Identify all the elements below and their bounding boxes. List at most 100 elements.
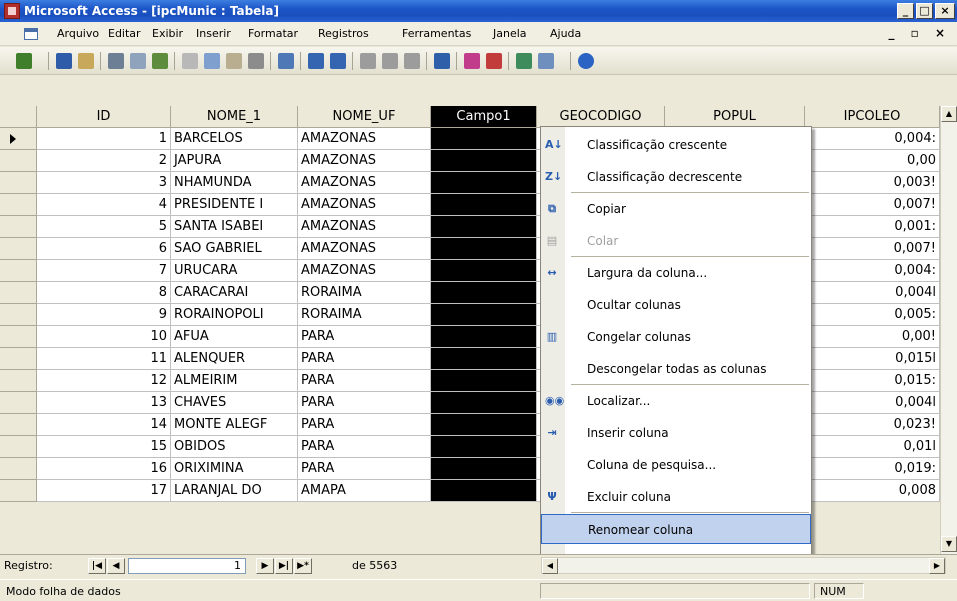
- cell-nome-uf[interactable]: PARA: [298, 414, 431, 436]
- apply-filter-icon[interactable]: [404, 53, 420, 69]
- close-button[interactable]: ×: [935, 3, 955, 19]
- cell-ipcoleo[interactable]: 0,004l: [805, 282, 940, 304]
- record-selector[interactable]: [0, 304, 37, 326]
- insert-hyperlink-icon[interactable]: [278, 53, 294, 69]
- cell-campo1[interactable]: [431, 150, 537, 172]
- undo-icon[interactable]: [248, 53, 264, 69]
- menu-item-congelar-colunas[interactable]: ▥ Congelar colunas: [541, 322, 811, 352]
- menu-item-largura-da-coluna[interactable]: ↔ Largura da coluna...: [541, 258, 811, 288]
- scroll-right-button[interactable]: ▶: [929, 558, 945, 574]
- menu-exibir[interactable]: Exibir: [152, 27, 183, 40]
- new-record-nav-button[interactable]: ▶*: [294, 558, 312, 574]
- cell-nome-uf[interactable]: PARA: [298, 458, 431, 480]
- record-selector[interactable]: [0, 128, 37, 150]
- cell-ipcoleo[interactable]: 0,019:: [805, 458, 940, 480]
- cell-ipcoleo[interactable]: 0,015:: [805, 370, 940, 392]
- cell-id[interactable]: 2: [37, 150, 171, 172]
- table-window-icon[interactable]: [24, 28, 38, 40]
- new-record-icon[interactable]: [464, 53, 480, 69]
- cell-campo1[interactable]: [431, 128, 537, 150]
- maximize-button[interactable]: □: [916, 3, 933, 19]
- menu-registros[interactable]: Registros: [318, 27, 369, 40]
- cell-ipcoleo[interactable]: 0,00!: [805, 326, 940, 348]
- cell-nome-1[interactable]: CHAVES: [171, 392, 298, 414]
- record-selector[interactable]: [0, 238, 37, 260]
- cell-nome-1[interactable]: JAPURA: [171, 150, 298, 172]
- cell-id[interactable]: 13: [37, 392, 171, 414]
- find-icon[interactable]: [434, 53, 450, 69]
- save-icon[interactable]: [56, 53, 72, 69]
- cell-ipcoleo[interactable]: 0,008: [805, 480, 940, 502]
- cell-campo1[interactable]: [431, 260, 537, 282]
- cell-nome-uf[interactable]: AMAZONAS: [298, 238, 431, 260]
- menu-arquivo[interactable]: Arquivo: [57, 27, 99, 40]
- cell-nome-uf[interactable]: AMAZONAS: [298, 172, 431, 194]
- cell-nome-1[interactable]: CARACARAI: [171, 282, 298, 304]
- select-all-corner[interactable]: [0, 106, 37, 128]
- record-selector[interactable]: [0, 370, 37, 392]
- cell-campo1[interactable]: [431, 348, 537, 370]
- cell-ipcoleo[interactable]: 0,004l: [805, 392, 940, 414]
- cell-ipcoleo[interactable]: 0,003!: [805, 172, 940, 194]
- cell-nome-uf[interactable]: PARA: [298, 436, 431, 458]
- menu-item-copiar[interactable]: ⧉ Copiar: [541, 194, 811, 224]
- last-record-button[interactable]: ▶|: [275, 558, 293, 574]
- scroll-down-button[interactable]: ▼: [941, 536, 957, 552]
- record-selector[interactable]: [0, 216, 37, 238]
- cell-nome-uf[interactable]: PARA: [298, 392, 431, 414]
- cell-campo1[interactable]: [431, 414, 537, 436]
- cell-campo1[interactable]: [431, 326, 537, 348]
- record-selector[interactable]: [0, 458, 37, 480]
- record-selector[interactable]: [0, 414, 37, 436]
- record-selector[interactable]: [0, 392, 37, 414]
- delete-record-icon[interactable]: [486, 53, 502, 69]
- access-app-icon[interactable]: [4, 3, 20, 19]
- cell-id[interactable]: 7: [37, 260, 171, 282]
- menu-editar[interactable]: Editar: [108, 27, 141, 40]
- column-header-id[interactable]: ID: [37, 106, 171, 128]
- cell-campo1[interactable]: [431, 282, 537, 304]
- cell-nome-uf[interactable]: PARA: [298, 326, 431, 348]
- mdi-window-controls[interactable]: _ ▫ ×: [888, 26, 951, 40]
- cell-nome-1[interactable]: RORAINOPOLI: [171, 304, 298, 326]
- cell-campo1[interactable]: [431, 216, 537, 238]
- cell-id[interactable]: 10: [37, 326, 171, 348]
- cell-campo1[interactable]: [431, 436, 537, 458]
- cell-id[interactable]: 16: [37, 458, 171, 480]
- menu-item-classificacao-crescente[interactable]: A↓ Classificação crescente: [541, 130, 811, 160]
- sort-ascending-icon[interactable]: [308, 53, 324, 69]
- cell-ipcoleo[interactable]: 0,00: [805, 150, 940, 172]
- menu-formatar[interactable]: Formatar: [248, 27, 298, 40]
- cell-ipcoleo[interactable]: 0,001:: [805, 216, 940, 238]
- menu-inserir[interactable]: Inserir: [196, 27, 231, 40]
- cell-id[interactable]: 4: [37, 194, 171, 216]
- cell-campo1[interactable]: [431, 172, 537, 194]
- cell-id[interactable]: 14: [37, 414, 171, 436]
- cell-nome-1[interactable]: ORIXIMINA: [171, 458, 298, 480]
- record-selector[interactable]: [0, 150, 37, 172]
- cell-campo1[interactable]: [431, 194, 537, 216]
- cell-ipcoleo[interactable]: 0,007!: [805, 238, 940, 260]
- column-header-popul[interactable]: POPUL: [665, 106, 805, 128]
- cell-nome-uf[interactable]: AMAZONAS: [298, 260, 431, 282]
- cell-nome-uf[interactable]: AMAPA: [298, 480, 431, 502]
- menu-item-classificacao-decrescente[interactable]: Z↓ Classificação decrescente: [541, 162, 811, 192]
- help-icon[interactable]: [578, 53, 594, 69]
- vertical-scrollbar[interactable]: ▲ ▼: [940, 106, 957, 568]
- menu-janela[interactable]: Janela: [493, 27, 527, 40]
- previous-record-button[interactable]: ◀: [107, 558, 125, 574]
- scroll-up-button[interactable]: ▲: [941, 106, 957, 122]
- cell-nome-1[interactable]: LARANJAL DO: [171, 480, 298, 502]
- record-selector[interactable]: [0, 480, 37, 502]
- cell-nome-uf[interactable]: AMAZONAS: [298, 150, 431, 172]
- scroll-left-button[interactable]: ◀: [542, 558, 558, 574]
- new-object-icon[interactable]: [538, 53, 554, 69]
- cell-nome-1[interactable]: PRESIDENTE I: [171, 194, 298, 216]
- cell-nome-uf[interactable]: RORAIMA: [298, 304, 431, 326]
- cell-id[interactable]: 9: [37, 304, 171, 326]
- print-icon[interactable]: [108, 53, 124, 69]
- cell-ipcoleo[interactable]: 0,007!: [805, 194, 940, 216]
- cell-ipcoleo[interactable]: 0,015l: [805, 348, 940, 370]
- next-record-button[interactable]: ▶: [256, 558, 274, 574]
- cell-campo1[interactable]: [431, 238, 537, 260]
